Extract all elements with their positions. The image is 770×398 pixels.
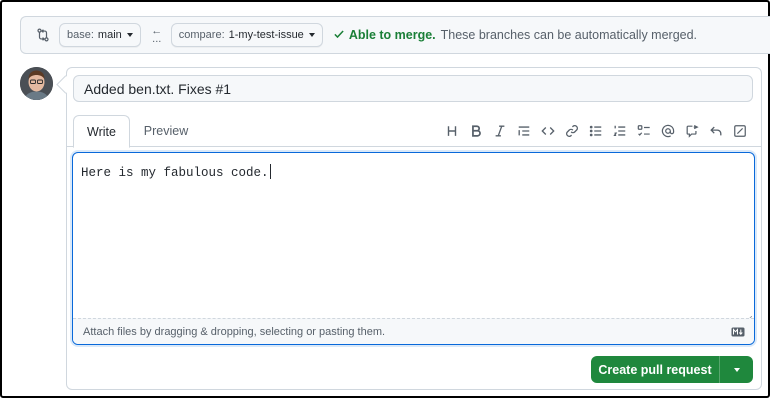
heading-icon[interactable] (440, 120, 464, 142)
link-icon[interactable] (560, 120, 584, 142)
italic-icon[interactable] (488, 120, 512, 142)
quote-icon[interactable] (512, 120, 536, 142)
ellipsis-icon: ... (152, 33, 162, 45)
mention-icon[interactable] (656, 120, 680, 142)
cross-reference-icon[interactable] (680, 120, 704, 142)
title-input[interactable]: Added ben.txt. Fixes #1 (73, 75, 753, 102)
base-branch-select[interactable]: base: main (59, 23, 141, 47)
compare-bar: base: main ← ... compare: 1-my-test-issu… (20, 16, 770, 54)
unordered-list-icon[interactable] (584, 120, 608, 142)
create-pull-request-group: Create pull request (591, 356, 753, 383)
task-list-icon[interactable] (632, 120, 656, 142)
compare-arrow: ← ... (147, 26, 167, 45)
check-icon (333, 28, 345, 43)
create-options-dropdown[interactable] (720, 356, 753, 383)
tab-preview-label: Preview (143, 124, 189, 138)
merge-status: Able to merge. These branches can be aut… (333, 28, 697, 43)
tab-write[interactable]: Write (73, 115, 130, 148)
text-cursor (269, 164, 271, 179)
chevron-down-icon (308, 33, 315, 37)
create-pull-request-button[interactable]: Create pull request (591, 356, 720, 383)
comment-body-textarea[interactable]: Here is my fabulous code. Attach files b… (72, 152, 755, 345)
markdown-toolbar (440, 120, 752, 142)
compare-branch-select[interactable]: compare: 1-my-test-issue (170, 23, 323, 47)
avatar (20, 67, 53, 100)
reply-icon[interactable] (704, 120, 728, 142)
comment-body-text: Here is my fabulous code. (81, 164, 271, 180)
tab-write-label: Write (87, 124, 116, 139)
chevron-down-icon (126, 33, 133, 37)
attach-files-hint: Attach files by dragging & dropping, sel… (83, 326, 386, 338)
markdown-icon[interactable] (731, 327, 745, 337)
chevron-down-icon (733, 367, 740, 372)
base-branch-label: base: (67, 29, 94, 41)
comment-body-value: Here is my fabulous code. (81, 166, 269, 180)
git-compare-icon (35, 27, 51, 43)
title-value: Added ben.txt. Fixes #1 (84, 80, 232, 97)
tab-preview[interactable]: Preview (136, 115, 196, 147)
resize-handle-icon[interactable] (745, 311, 753, 323)
fullscreen-icon[interactable] (728, 120, 752, 142)
code-icon[interactable] (536, 120, 560, 142)
bold-icon[interactable] (464, 120, 488, 142)
merge-message: These branches can be automatically merg… (440, 28, 698, 42)
attach-files-bar[interactable]: Attach files by dragging & dropping, sel… (73, 318, 754, 344)
compare-branch-label: compare: (178, 29, 225, 41)
base-branch-value: main (97, 29, 122, 41)
ordered-list-icon[interactable] (608, 120, 632, 142)
create-pull-request-label: Create pull request (598, 362, 712, 377)
merge-ok-text: Able to merge. (348, 28, 436, 42)
compare-branch-value: 1-my-test-issue (228, 29, 304, 41)
